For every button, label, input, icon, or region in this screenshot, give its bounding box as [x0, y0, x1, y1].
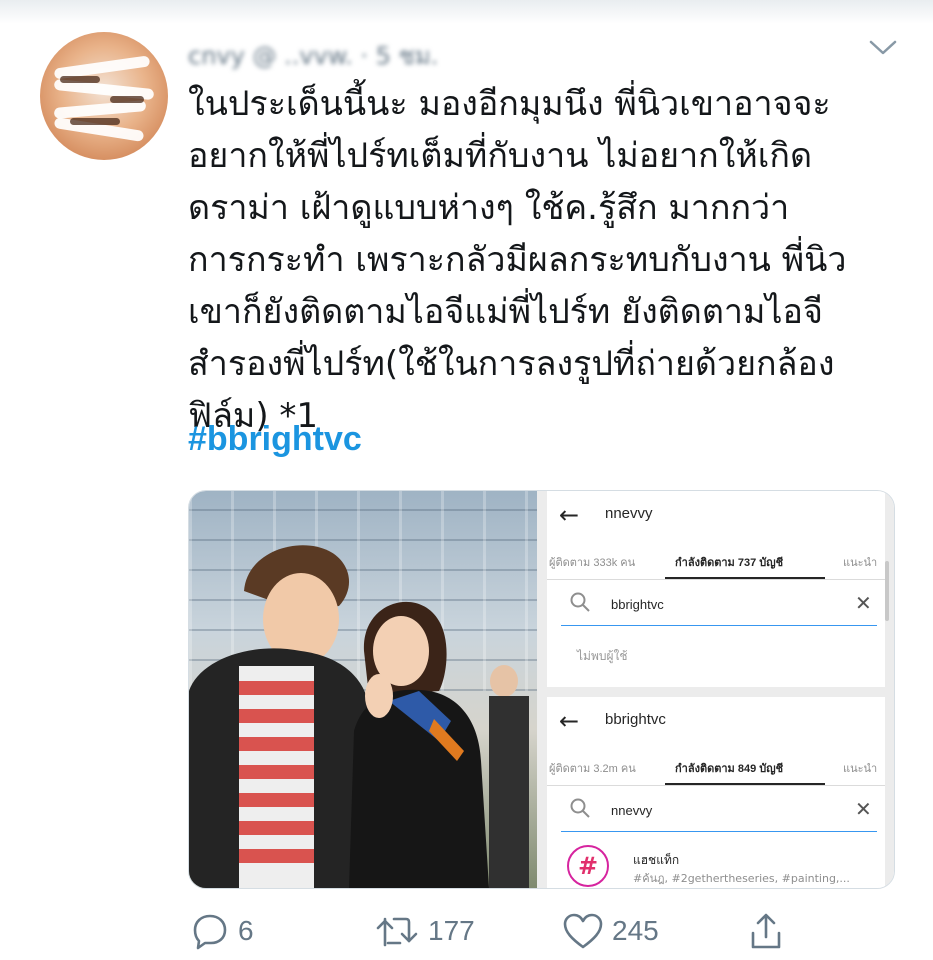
clear-icon[interactable]: ✕: [855, 591, 872, 615]
couple-photo: [189, 491, 537, 888]
like-button[interactable]: 245: [562, 908, 659, 954]
result-title[interactable]: แฮชแท็ก: [633, 851, 679, 870]
avatar-shadow: [60, 76, 100, 83]
search-icon: [570, 798, 590, 818]
instagram-panel-bbrightvc: ← bbrightvc ผู้ติดตาม 3.2m คน กำลังติดตา…: [547, 697, 885, 888]
search-icon: [570, 592, 590, 612]
back-arrow-icon[interactable]: ←: [559, 501, 579, 529]
clear-icon[interactable]: ✕: [855, 797, 872, 821]
author-header-redacted: cnvy @ ..vvw. · 5 ชม.: [188, 42, 439, 70]
tweet-media[interactable]: ← nnevvy ผู้ติดตาม 333k คน กำลังติดตาม 7…: [188, 490, 895, 889]
top-edge-strip: [0, 0, 933, 24]
like-count: 245: [612, 915, 659, 946]
hashtag-link[interactable]: #bbrightvc: [188, 420, 362, 459]
tab-suggested[interactable]: แนะนำ: [843, 759, 877, 777]
divider: [547, 785, 885, 786]
reply-button[interactable]: 6: [190, 908, 254, 954]
profile-username: bbrightvc: [605, 711, 666, 728]
search-input[interactable]: nnevvy: [611, 803, 652, 818]
retweet-button[interactable]: 177: [374, 908, 475, 954]
tab-following[interactable]: กำลังติดตาม 849 บัญชี: [675, 759, 783, 777]
chevron-down-icon[interactable]: [868, 38, 898, 58]
profile-username: nnevvy: [605, 505, 653, 522]
retweet-count: 177: [428, 915, 475, 946]
instagram-screenshots: ← nnevvy ผู้ติดตาม 333k คน กำลังติดตาม 7…: [537, 491, 894, 888]
tab-following[interactable]: กำลังติดตาม 737 บัญชี: [675, 553, 783, 571]
reply-icon: [193, 914, 227, 950]
tab-suggested[interactable]: แนะนำ: [843, 553, 877, 571]
tab-followers[interactable]: ผู้ติดตาม 3.2m คน: [549, 759, 636, 777]
search-underline: [561, 625, 877, 626]
search-input[interactable]: bbrightvc: [611, 597, 664, 612]
instagram-panel-nnevvy: ← nnevvy ผู้ติดตาม 333k คน กำลังติดตาม 7…: [547, 491, 889, 687]
avatar[interactable]: [40, 32, 168, 160]
no-results-text: ไม่พบผู้ใช้: [577, 649, 628, 663]
result-subtitle: #ค้นฎ, #2gethertheseries, #painting,...: [633, 872, 850, 885]
active-tab-indicator: [665, 783, 825, 785]
tab-followers[interactable]: ผู้ติดตาม 333k คน: [549, 553, 635, 571]
divider: [547, 579, 885, 580]
avatar-shadow: [110, 96, 144, 103]
photo-figures: [189, 545, 529, 888]
retweet-icon: [376, 917, 418, 947]
back-arrow-icon[interactable]: ←: [559, 707, 579, 735]
search-underline: [561, 831, 877, 832]
tweet-text: ในประเด็นนี้นะ มองอีกมุมนึง พี่นิวเขาอาจ…: [188, 84, 847, 436]
hashtag-icon: #: [567, 845, 609, 887]
share-button[interactable]: [746, 908, 786, 954]
like-icon: [563, 913, 603, 949]
avatar-shadow: [70, 118, 120, 125]
active-tab-indicator: [665, 577, 825, 579]
share-icon: [751, 913, 781, 949]
scrollbar[interactable]: [885, 561, 889, 621]
tweet-actions: 6 177 245: [188, 908, 893, 954]
reply-count: 6: [238, 915, 254, 946]
